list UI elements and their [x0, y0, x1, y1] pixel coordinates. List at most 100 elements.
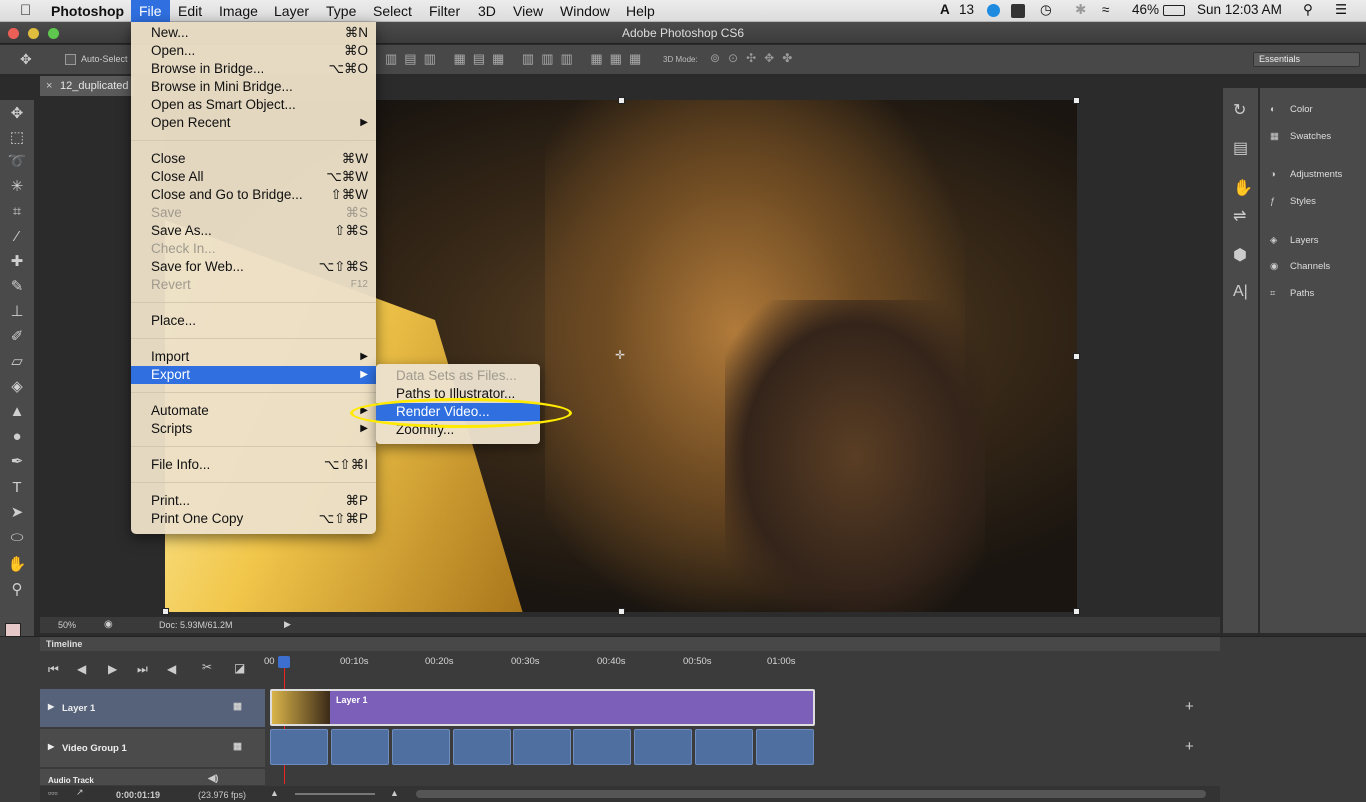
transform-handle[interactable] [1073, 353, 1080, 360]
status-menu-arrow-icon[interactable]: ▶ [284, 619, 291, 630]
transition-icon[interactable]: ◪ [234, 661, 245, 675]
menu-3d[interactable]: 3D [478, 2, 496, 20]
transform-handle[interactable] [618, 97, 625, 104]
search-icon[interactable]: ⚲ [1303, 2, 1313, 18]
menu-item-open[interactable]: Open... ⌘O [131, 42, 376, 60]
transform-handle[interactable] [618, 608, 625, 615]
menu-item-close[interactable]: Close ⌘W [131, 150, 376, 168]
panel-styles[interactable]: ƒ Styles [1270, 196, 1316, 207]
checkbox-app-icon[interactable] [1011, 4, 1025, 18]
bluetooth-icon[interactable]: ✱ [1075, 2, 1086, 18]
gradient-tool-icon[interactable]: ◈ [6, 377, 28, 397]
notification-center-icon[interactable]: ☰ [1335, 2, 1347, 18]
menu-file[interactable]: File [131, 0, 170, 22]
transform-center-icon[interactable]: ✛ [615, 348, 625, 362]
video-group-segment[interactable] [513, 729, 571, 765]
menu-item-save-for-web[interactable]: Save for Web... ⌥⇧⌘S [131, 258, 376, 276]
blur-tool-icon[interactable]: ▲ [6, 402, 28, 422]
marquee-tool-icon[interactable]: ⬚ [6, 128, 28, 148]
playhead-handle[interactable] [278, 656, 290, 668]
type-tool-icon[interactable]: T [6, 478, 28, 498]
pen-tool-icon[interactable]: ✒ [6, 452, 28, 472]
go-to-first-frame-icon[interactable]: ⏮ [48, 662, 59, 677]
document-tab[interactable]: × 12_duplicated [40, 76, 135, 96]
render-icon[interactable]: ↗ [76, 787, 84, 798]
3d-icon[interactable]: ⬢ [1233, 245, 1247, 265]
menu-layer[interactable]: Layer [274, 2, 309, 20]
add-media-icon[interactable]: + [1185, 698, 1194, 715]
previous-frame-icon[interactable]: ◀ [77, 662, 86, 676]
speaker-icon[interactable]: ◀) [208, 773, 218, 784]
panel-adjustments[interactable]: ◑ Adjustments [1270, 169, 1342, 180]
brush-icon[interactable]: ✋ [1233, 178, 1253, 198]
track-layer-1[interactable]: ▶ Layer 1 ▦ [40, 689, 265, 727]
time-machine-icon[interactable]: ◷ [1040, 2, 1052, 18]
menu-item-browse-mini-bridge[interactable]: Browse in Mini Bridge... [131, 78, 376, 96]
video-group-segment[interactable] [756, 729, 814, 765]
menu-item-automate[interactable]: Automate ▶ [131, 402, 376, 420]
menu-item-close-all[interactable]: Close All ⌥⌘W [131, 168, 376, 186]
brush-tool-icon[interactable]: ✎ [6, 277, 28, 297]
menu-item-new[interactable]: New... ⌘N [131, 24, 376, 42]
properties-icon[interactable]: ▤ [1233, 138, 1248, 158]
eyedropper-tool-icon[interactable]: ⁄ [6, 227, 28, 247]
menu-item-open-smart-object[interactable]: Open as Smart Object... [131, 96, 376, 114]
film-icon[interactable]: ▦ [233, 701, 242, 712]
zoom-level[interactable]: 50% [58, 620, 76, 630]
menu-item-scripts[interactable]: Scripts ▶ [131, 420, 376, 438]
menu-item-check-in[interactable]: Check In... [131, 240, 376, 258]
app-menu[interactable]: Photoshop [51, 2, 124, 20]
move-tool-icon[interactable]: ✥ [6, 104, 28, 124]
add-media-icon[interactable]: + [1185, 738, 1194, 755]
transform-handle[interactable] [162, 608, 169, 615]
sync-icon[interactable] [987, 4, 1000, 17]
dodge-tool-icon[interactable]: ● [6, 427, 28, 447]
play-icon[interactable]: ▶ [108, 662, 117, 676]
video-group-segment[interactable] [392, 729, 450, 765]
menu-item-close-bridge[interactable]: Close and Go to Bridge... ⇧⌘W [131, 186, 376, 204]
crop-tool-icon[interactable]: ⌗ [6, 202, 28, 222]
menu-window[interactable]: Window [560, 2, 610, 20]
track-audio[interactable]: Audio Track ◀) [40, 769, 265, 785]
menu-item-open-recent[interactable]: Open Recent ▶ [131, 114, 376, 132]
menu-item-import[interactable]: Import ▶ [131, 348, 376, 366]
menu-image[interactable]: Image [219, 2, 258, 20]
eraser-tool-icon[interactable]: ▱ [6, 352, 28, 372]
menu-item-place[interactable]: Place... [131, 312, 376, 330]
panel-channels[interactable]: ◉ Channels [1270, 261, 1330, 272]
battery-icon[interactable] [1163, 5, 1185, 16]
path-select-tool-icon[interactable]: ➤ [6, 503, 28, 523]
healing-tool-icon[interactable]: ✚ [6, 252, 28, 272]
shape-tool-icon[interactable]: ⬭ [6, 528, 28, 548]
zoom-in-icon[interactable]: ▲ [390, 788, 399, 798]
video-clip-layer-1[interactable]: Layer 1 [270, 689, 815, 726]
hand-tool-icon[interactable]: ✋ [6, 555, 28, 575]
clock[interactable]: Sun 12:03 AM [1197, 2, 1282, 17]
convert-frame-icon[interactable]: ▫▫▫ [48, 788, 58, 798]
menu-item-file-info[interactable]: File Info... ⌥⇧⌘I [131, 456, 376, 474]
audio-icon[interactable]: ◀ [167, 662, 176, 676]
stamp-tool-icon[interactable]: ⊥ [6, 302, 28, 322]
wifi-icon[interactable]: ≈ [1102, 2, 1109, 17]
character-icon[interactable]: A| [1233, 283, 1248, 301]
menu-edit[interactable]: Edit [178, 2, 202, 20]
zoom-out-icon[interactable]: ▲ [270, 788, 279, 798]
workspace-dropdown[interactable]: Essentials [1253, 52, 1360, 67]
video-group-segment[interactable] [331, 729, 389, 765]
menu-item-print-one-copy[interactable]: Print One Copy ⌥⇧⌘P [131, 510, 376, 528]
zoom-slider[interactable] [295, 793, 375, 795]
menu-help[interactable]: Help [626, 2, 655, 20]
close-tab-icon[interactable]: × [46, 76, 52, 96]
menu-item-browse-bridge[interactable]: Browse in Bridge... ⌥⌘O [131, 60, 376, 78]
timeline-scrollbar[interactable] [416, 790, 1206, 798]
submenu-item-data-sets[interactable]: Data Sets as Files... [376, 367, 540, 385]
quick-select-tool-icon[interactable]: ✳ [6, 177, 28, 197]
menu-item-export[interactable]: Export ▶ [131, 366, 376, 384]
status-icon[interactable]: ◉ [104, 619, 113, 630]
menu-view[interactable]: View [513, 2, 543, 20]
menu-filter[interactable]: Filter [429, 2, 460, 20]
menu-item-save[interactable]: Save ⌘S [131, 204, 376, 222]
video-group-segment[interactable] [573, 729, 631, 765]
transform-handle[interactable] [1073, 97, 1080, 104]
video-group-segment[interactable] [270, 729, 328, 765]
